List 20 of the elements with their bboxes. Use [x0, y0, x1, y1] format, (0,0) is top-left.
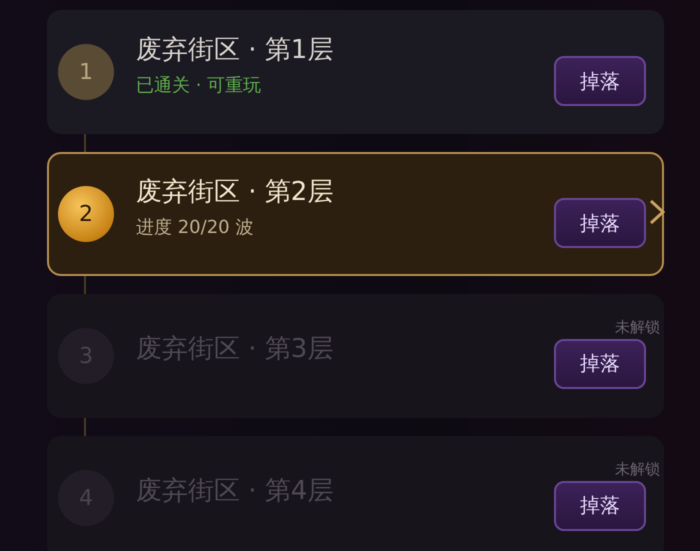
stage-card[interactable]: 2 废弃街区 · 第2层 进度 20/20 波 掉落	[47, 152, 664, 276]
lock-status: 未解锁	[615, 318, 660, 336]
stage-title: 废弃街区 · 第2层	[136, 176, 334, 208]
stage-card[interactable]: 1 废弃街区 · 第1层 已通关 · 可重玩 掉落	[47, 10, 664, 134]
stage-title: 废弃街区 · 第3层	[136, 332, 334, 366]
stage-subtitle: 已通关 · 可重玩	[136, 74, 262, 96]
stage-number: 1	[58, 44, 114, 100]
stage-title: 废弃街区 · 第4层	[136, 474, 334, 508]
drop-button[interactable]: 掉落	[554, 56, 646, 106]
timeline-line	[84, 276, 86, 294]
chevron-right-icon	[648, 198, 666, 226]
timeline-line	[84, 134, 86, 152]
drop-button[interactable]: 掉落	[554, 338, 646, 388]
stage-subtitle: 进度 20/20 波	[136, 216, 254, 238]
stage-title: 废弃街区 · 第1层	[136, 34, 334, 66]
lock-status: 未解锁	[615, 460, 660, 478]
stage-number: 2	[58, 186, 114, 242]
drop-button[interactable]: 掉落	[554, 480, 646, 530]
timeline-line	[84, 418, 86, 436]
drop-button[interactable]: 掉落	[554, 198, 646, 248]
